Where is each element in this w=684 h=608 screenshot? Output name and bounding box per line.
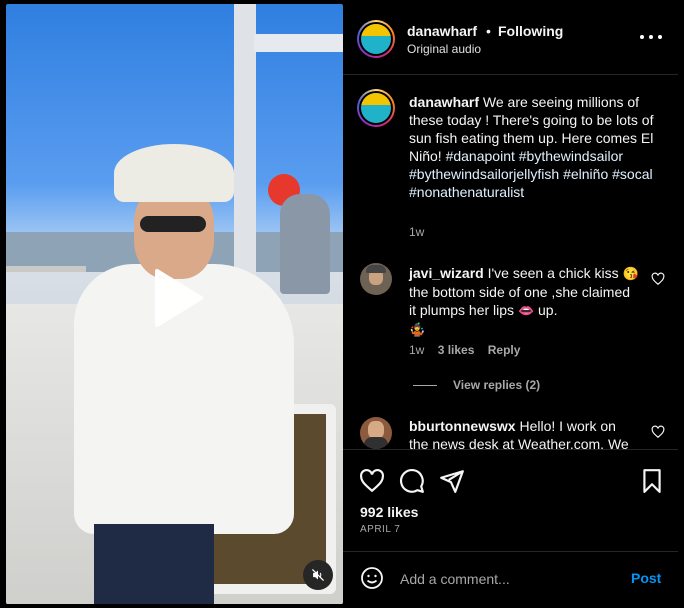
post-header: danawharf • Following Original audio: [343, 4, 678, 75]
dana-wharf-logo-icon: [361, 93, 391, 123]
comment-text: bburtonnewswx Hello! I work on the news …: [409, 418, 629, 449]
add-comment-bar: Post: [343, 551, 678, 605]
hashtag-link[interactable]: #nonathenaturalist: [409, 184, 524, 200]
emoji: 🤹: [409, 322, 426, 337]
scene-sun-hat: [114, 144, 234, 202]
emoji: 😘: [622, 266, 639, 281]
commenter-avatar[interactable]: [360, 263, 392, 295]
comment-input[interactable]: [398, 566, 617, 592]
hashtag-link[interactable]: #bythewindsailor: [519, 148, 623, 164]
hashtag-link[interactable]: #socal: [612, 166, 652, 182]
hashtag-link[interactable]: #elniño: [563, 166, 608, 182]
comment-text: javi_wizard I've seen a chick kiss 😘 the…: [409, 265, 639, 337]
caption-avatar[interactable]: [357, 89, 395, 127]
emoji: 👄: [517, 303, 535, 318]
scene-woman-presenter: [44, 144, 294, 604]
comments-list[interactable]: danawharf We are seeing millions of thes…: [343, 75, 678, 449]
paper-plane-icon[interactable]: [439, 468, 465, 494]
following-button[interactable]: Following: [498, 23, 563, 39]
header-separator: •: [486, 23, 491, 39]
audio-link[interactable]: Original audio: [407, 42, 481, 56]
comment-likes-link[interactable]: 3 likes: [438, 343, 475, 357]
comment-timestamp[interactable]: 1w: [409, 343, 424, 357]
reply-button[interactable]: Reply: [488, 343, 521, 357]
bookmark-icon[interactable]: [639, 468, 665, 494]
post-modal: danawharf • Following Original audio dan…: [0, 0, 684, 608]
play-icon: [155, 269, 203, 327]
scene-crossbar: [254, 34, 343, 52]
play-button[interactable]: [133, 257, 215, 339]
hashtag-link[interactable]: #bythewindsailorjellyfish: [409, 166, 559, 182]
commenter-username-link[interactable]: bburtonnewswx: [409, 418, 516, 434]
author-avatar[interactable]: [357, 20, 395, 58]
scene-navy-pants: [94, 524, 214, 604]
author-username-link[interactable]: danawharf: [407, 23, 477, 39]
post-comment-button[interactable]: Post: [631, 570, 661, 586]
action-bar: 992 likes APRIL 7: [343, 449, 678, 550]
commenter-avatar[interactable]: [360, 417, 392, 449]
replies-divider: [413, 384, 437, 386]
scene-sunglasses: [140, 216, 206, 232]
comment-like-heart-icon[interactable]: [651, 272, 665, 286]
post-details-panel: danawharf • Following Original audio dan…: [343, 4, 678, 604]
muted-speaker-icon: [311, 568, 325, 582]
view-replies-button[interactable]: View replies (2): [413, 378, 540, 392]
caption-timestamp[interactable]: 1w: [409, 225, 424, 239]
video-player[interactable]: [6, 4, 343, 604]
dana-wharf-logo-icon: [361, 24, 391, 54]
likes-count[interactable]: 992 likes: [360, 504, 418, 520]
post-date[interactable]: APRIL 7: [360, 524, 400, 535]
caption-text: danawharf We are seeing millions of thes…: [409, 93, 659, 201]
caption-username-link[interactable]: danawharf: [409, 94, 479, 110]
comment-bubble-icon[interactable]: [399, 468, 425, 494]
commenter-username-link[interactable]: javi_wizard: [409, 265, 484, 281]
comment-like-heart-icon[interactable]: [651, 425, 665, 439]
comment-meta: 1w 3 likes Reply: [409, 343, 530, 357]
mute-toggle-button[interactable]: [303, 560, 333, 590]
scene-background-person: [280, 194, 330, 294]
smiley-icon[interactable]: [360, 566, 384, 590]
more-options-icon[interactable]: [640, 32, 662, 42]
hashtag-link[interactable]: #danapoint: [446, 148, 515, 164]
heart-icon[interactable]: [359, 468, 385, 494]
